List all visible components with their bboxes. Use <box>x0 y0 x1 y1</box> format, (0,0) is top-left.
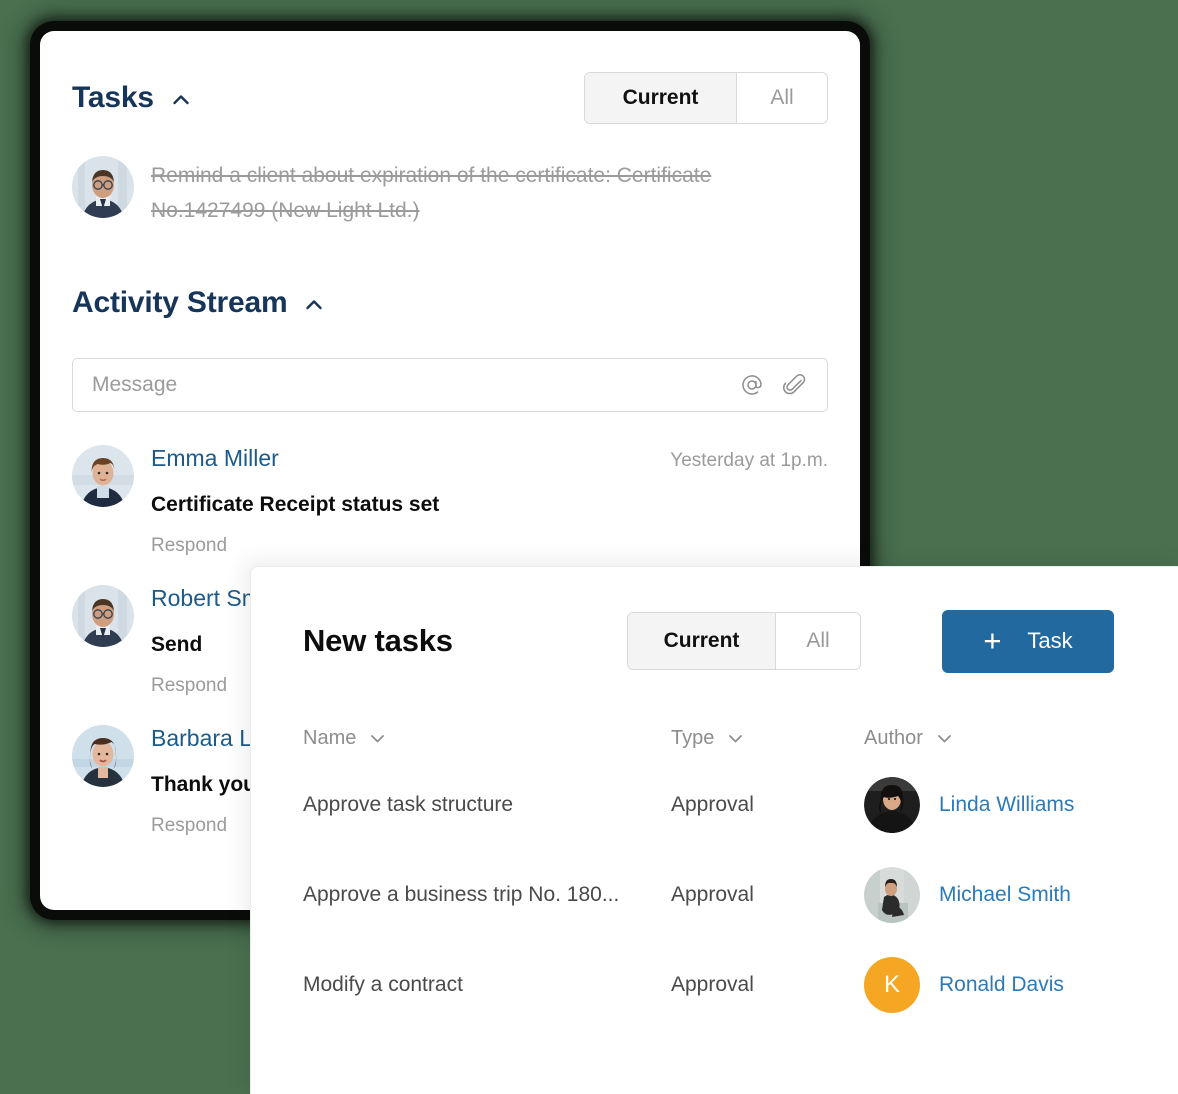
list-item: Emma Miller Yesterday at 1p.m. Certifica… <box>72 445 828 557</box>
task-name: Approve a business trip No. 180... <box>303 883 620 906</box>
avatar <box>72 445 134 507</box>
message-placeholder: Message <box>92 373 178 396</box>
completed-task-row[interactable]: Remind a client about expiration of the … <box>72 156 828 228</box>
author-link[interactable]: Michael Smith <box>939 883 1071 907</box>
plus-icon: + <box>983 622 1002 658</box>
task-type: Approval <box>671 793 754 816</box>
table-row[interactable]: Approve a business trip No. 180... Appro… <box>303 850 1178 940</box>
new-tasks-scope-toggle[interactable]: Current All <box>627 612 861 670</box>
chevron-up-icon[interactable] <box>171 90 191 110</box>
avatar <box>864 867 920 923</box>
feed-timestamp: Yesterday at 1p.m. <box>670 450 828 471</box>
new-tasks-toggle-all[interactable]: All <box>776 613 860 669</box>
avatar <box>72 156 134 218</box>
page-title: New tasks <box>303 623 453 658</box>
chevron-down-icon <box>371 734 385 742</box>
new-tasks-table: Name Type Author Approve task structure … <box>303 716 1178 1030</box>
avatar-initial: K <box>883 971 900 998</box>
add-task-button[interactable]: + Task <box>942 609 1114 673</box>
add-task-label: Task <box>1027 628 1073 653</box>
new-tasks-panel: New tasks Current All + Task Name Type A… <box>250 566 1178 1094</box>
feed-author-link[interactable]: Emma Miller <box>151 445 279 472</box>
column-header-author[interactable]: Author <box>864 727 1178 750</box>
avatar <box>72 725 134 787</box>
tasks-toggle-current[interactable]: Current <box>585 73 737 123</box>
feed-message: Certificate Receipt status set <box>151 493 440 516</box>
chevron-down-icon <box>938 734 951 742</box>
task-type: Approval <box>671 973 754 996</box>
message-input[interactable]: Message <box>72 358 828 412</box>
column-header-name[interactable]: Name <box>303 727 671 750</box>
table-row[interactable]: Approve task structure Approval Linda Wi… <box>303 760 1178 850</box>
column-label: Type <box>671 726 715 749</box>
chevron-down-icon <box>729 734 743 742</box>
author-link[interactable]: Ronald Davis <box>939 973 1064 997</box>
new-tasks-header: New tasks Current All + Task <box>303 605 1178 677</box>
completed-task-text: Remind a client about expiration of the … <box>151 164 712 222</box>
avatar: K <box>864 957 920 1013</box>
column-label: Name <box>303 726 357 749</box>
tasks-title: Tasks <box>72 81 154 114</box>
avatar <box>72 585 134 647</box>
tasks-toggle-all[interactable]: All <box>737 73 827 123</box>
table-header-row: Name Type Author <box>303 716 1178 760</box>
task-name: Approve task structure <box>303 793 514 816</box>
mention-icon[interactable] <box>740 373 764 397</box>
attachment-icon[interactable] <box>783 373 807 397</box>
tasks-scope-toggle[interactable]: Current All <box>584 72 828 124</box>
tasks-header: Tasks Current All <box>72 69 828 127</box>
activity-stream-header: Activity Stream <box>72 274 828 332</box>
respond-link[interactable]: Respond <box>151 535 828 557</box>
avatar <box>864 777 920 833</box>
author-link[interactable]: Linda Williams <box>939 793 1074 817</box>
task-type: Approval <box>671 883 754 906</box>
activity-stream-title: Activity Stream <box>72 286 288 319</box>
column-label: Author <box>864 726 923 749</box>
table-row[interactable]: Modify a contract Approval K Ronald Davi… <box>303 940 1178 1030</box>
chevron-up-icon[interactable] <box>304 295 324 315</box>
new-tasks-toggle-current[interactable]: Current <box>628 613 776 669</box>
column-header-type[interactable]: Type <box>671 727 864 750</box>
task-name: Modify a contract <box>303 973 463 996</box>
